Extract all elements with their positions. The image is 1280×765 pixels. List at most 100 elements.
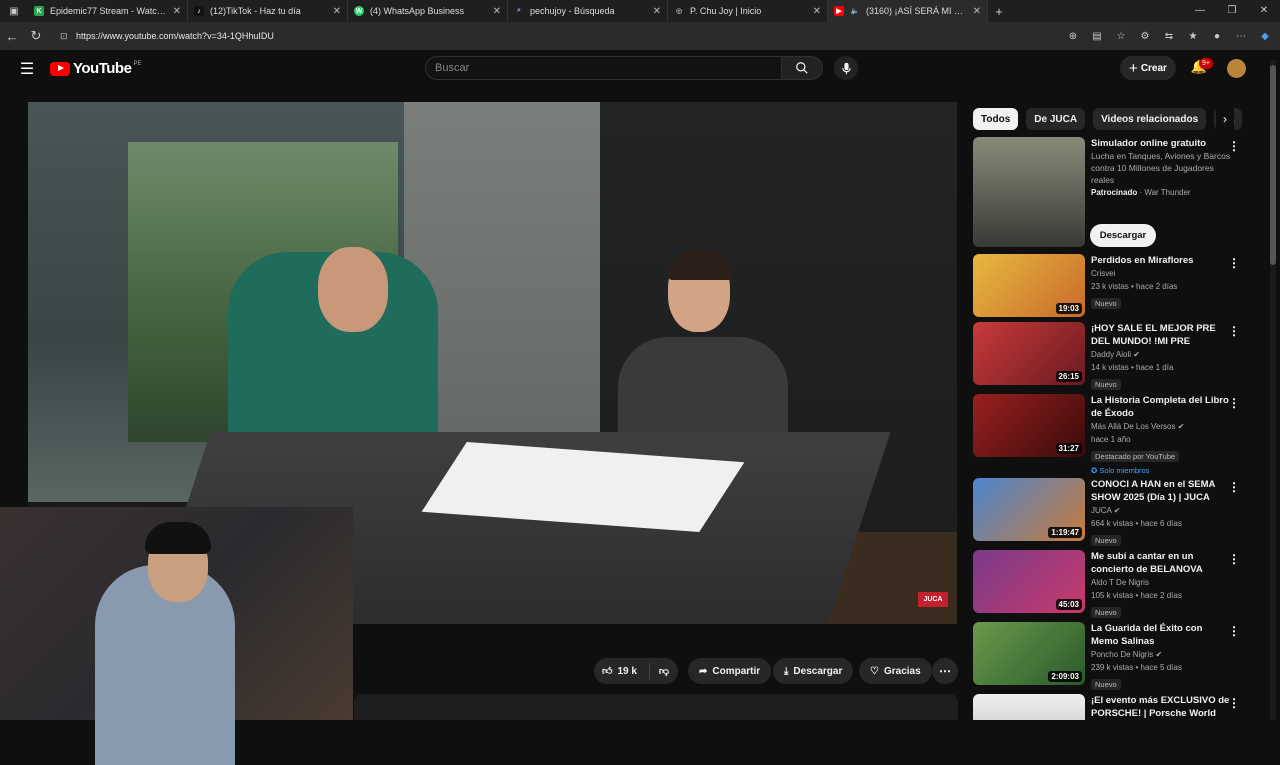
video-title[interactable]: La Historia Completa del Libro de Éxodo bbox=[1091, 394, 1231, 420]
avatar[interactable] bbox=[1227, 59, 1246, 78]
new-badge: Nuevo bbox=[1091, 298, 1121, 309]
new-tab-button[interactable]: + bbox=[988, 4, 1010, 19]
browser-tab[interactable]: K Epidemic77 Stream - Watch Live ✕ bbox=[28, 0, 188, 22]
channel-name[interactable]: Más Allá De Los Versos bbox=[1091, 422, 1175, 431]
list-item[interactable]: 2:09:03 La Guarida del Éxito con Memo Sa… bbox=[973, 622, 1248, 690]
video-title[interactable]: ¡El evento más EXCLUSIVO de PORSCHE! | P… bbox=[1091, 694, 1231, 720]
split-screen-icon[interactable]: ⇆ bbox=[1160, 27, 1178, 45]
kebab-menu-icon[interactable]: ⋮ bbox=[1228, 552, 1240, 566]
more-actions-button[interactable]: ⋯ bbox=[932, 658, 958, 684]
kebab-menu-icon[interactable]: ⋮ bbox=[1228, 256, 1240, 270]
list-item[interactable]: 1:19:47 CONOCI A HAN en el SEMA SHOW 202… bbox=[973, 478, 1248, 546]
download-button[interactable]: ⤓ Descargar bbox=[773, 658, 854, 684]
browser-tab-active[interactable]: ▶ 🔈 (3160) ¡ASÍ SERÁ MI CASA! ✕ bbox=[828, 0, 988, 22]
close-tab-icon[interactable]: ✕ bbox=[493, 6, 501, 17]
search-input[interactable]: Buscar bbox=[425, 56, 782, 80]
youtube-logo[interactable]: YouTube PE bbox=[50, 60, 141, 77]
verified-icon: ✔ bbox=[1155, 650, 1163, 659]
kebab-menu-icon[interactable]: ⋮ bbox=[1228, 480, 1240, 494]
video-title[interactable]: CONOCI A HAN en el SEMA SHOW 2025 (Día 1… bbox=[1091, 478, 1231, 504]
copilot-icon[interactable]: ◆ bbox=[1256, 27, 1274, 45]
ad-thumbnail[interactable] bbox=[973, 137, 1085, 247]
back-icon[interactable]: ← bbox=[0, 29, 24, 44]
share-button[interactable]: ➦ Compartir bbox=[688, 658, 772, 684]
close-tab-icon[interactable]: ✕ bbox=[173, 6, 181, 17]
like-button[interactable]: 👍︎ 19 k bbox=[594, 663, 650, 679]
video-thumbnail[interactable]: 19:03 bbox=[973, 254, 1085, 317]
close-window-icon[interactable]: ✕ bbox=[1248, 0, 1280, 22]
browser-tab[interactable]: ⌕ pechujoy - Búsqueda ✕ bbox=[508, 0, 668, 22]
list-item[interactable]: 19:03 Perdidos en Miraflores Crisvei 23 … bbox=[973, 254, 1248, 320]
search-button[interactable] bbox=[781, 56, 823, 80]
minimize-icon[interactable]: — bbox=[1184, 0, 1216, 22]
kebab-menu-icon[interactable]: ⋮ bbox=[1228, 324, 1240, 338]
sponsored-label: Patrocinado bbox=[1091, 188, 1138, 197]
video-title[interactable]: Me subí a cantar en un concierto de BELA… bbox=[1091, 550, 1231, 576]
dislike-button[interactable]: 👎︎ bbox=[650, 665, 678, 677]
channel-name[interactable]: JUCA bbox=[1091, 506, 1111, 515]
extensions-icon[interactable]: ⚙ bbox=[1136, 27, 1154, 45]
hamburger-menu-icon[interactable]: ☰ bbox=[16, 59, 38, 78]
video-thumbnail[interactable]: 2:09:03 bbox=[973, 622, 1085, 685]
chevron-right-icon[interactable]: › bbox=[1216, 108, 1234, 130]
video-title[interactable]: La Guarida del Éxito con Memo Salinas bbox=[1091, 622, 1231, 648]
list-item[interactable]: 26:15 ¡HOY SALE EL MEJOR PRE DEL MUNDO! … bbox=[973, 322, 1248, 390]
video-title[interactable]: Perdidos en Miraflores bbox=[1091, 254, 1231, 267]
voice-search-button[interactable] bbox=[834, 56, 858, 80]
video-thumbnail[interactable] bbox=[973, 694, 1085, 720]
description-box[interactable] bbox=[354, 694, 958, 720]
list-item[interactable]: 45:03 Me subí a cantar en un concierto d… bbox=[973, 550, 1248, 618]
reader-icon[interactable]: ▤ bbox=[1088, 27, 1106, 45]
video-thumbnail[interactable]: 31:27 bbox=[973, 394, 1085, 457]
browser-tab[interactable]: W (4) WhatsApp Business ✕ bbox=[348, 0, 508, 22]
video-thumbnail[interactable]: 1:19:47 bbox=[973, 478, 1085, 541]
favorite-star-icon[interactable]: ☆ bbox=[1112, 27, 1130, 45]
favorites-icon[interactable]: ★ bbox=[1184, 27, 1202, 45]
ad-title[interactable]: Simulador online gratuito bbox=[1091, 137, 1231, 150]
tab-title: pechujoy - Búsqueda bbox=[530, 6, 615, 16]
channel-name[interactable]: Poncho De Nigris bbox=[1091, 650, 1153, 659]
browser-tab[interactable]: ◎ P. Chu Joy | Inicio ✕ bbox=[668, 0, 828, 22]
chip-all[interactable]: Todos bbox=[973, 108, 1019, 130]
browser-tab-bar: ▣ K Epidemic77 Stream - Watch Live ✕ ♪ (… bbox=[0, 0, 1280, 22]
site-info-icon[interactable]: ⊡ bbox=[60, 31, 70, 42]
chip-from-channel[interactable]: De JUCA bbox=[1026, 108, 1086, 130]
window-menu-icon[interactable]: ▣ bbox=[0, 0, 28, 22]
kebab-menu-icon[interactable]: ⋮ bbox=[1228, 624, 1240, 638]
list-item[interactable]: 31:27 La Historia Completa del Libro de … bbox=[973, 394, 1248, 475]
ad-download-button[interactable]: Descargar bbox=[1090, 224, 1156, 247]
translate-icon[interactable]: ⊕ bbox=[1064, 27, 1082, 45]
restore-icon[interactable]: ❐ bbox=[1216, 0, 1248, 22]
webcam-person-hair bbox=[145, 522, 211, 554]
channel-watermark[interactable]: JUCA bbox=[918, 592, 948, 607]
page-scrollbar-thumb[interactable] bbox=[1270, 65, 1276, 265]
close-tab-icon[interactable]: ✕ bbox=[973, 6, 981, 17]
refresh-icon[interactable]: ↻ bbox=[24, 28, 48, 44]
video-thumbnail[interactable]: 26:15 bbox=[973, 322, 1085, 385]
browser-tab[interactable]: ♪ (12)TikTok - Haz tu día ✕ bbox=[188, 0, 348, 22]
create-button[interactable]: + Crear bbox=[1120, 56, 1176, 80]
channel-name[interactable]: Aldo T De Nigris bbox=[1091, 576, 1231, 589]
chip-related[interactable]: Videos relacionados bbox=[1093, 108, 1207, 130]
kebab-menu-icon[interactable]: ⋮ bbox=[1228, 139, 1240, 153]
new-badge: Nuevo bbox=[1091, 679, 1121, 690]
channel-name[interactable]: Crisvei bbox=[1091, 267, 1231, 280]
notification-count-badge: 9+ bbox=[1199, 58, 1213, 69]
video-thumbnail[interactable]: 45:03 bbox=[973, 550, 1085, 613]
address-bar-row: ← ↻ ⊡ https://www.youtube.com/watch?v=34… bbox=[0, 22, 1280, 50]
members-only-label: Solo miembros bbox=[1099, 466, 1150, 475]
channel-name[interactable]: Daddy Aioli bbox=[1091, 350, 1131, 359]
thanks-button[interactable]: ♡ Gracias bbox=[859, 658, 932, 684]
speaker-icon: 🔈 bbox=[850, 8, 860, 15]
kebab-menu-icon[interactable]: ⋮ bbox=[1228, 696, 1240, 710]
video-title[interactable]: ¡HOY SALE EL MEJOR PRE DEL MUNDO! !MI PR… bbox=[1091, 322, 1231, 348]
create-label: Crear bbox=[1140, 62, 1167, 74]
channel-line: Más Allá De Los Versos ✔ bbox=[1091, 420, 1231, 433]
close-tab-icon[interactable]: ✕ bbox=[333, 6, 341, 17]
close-tab-icon[interactable]: ✕ bbox=[813, 6, 821, 17]
menu-dots-icon[interactable]: ⋯ bbox=[1232, 27, 1250, 45]
list-item[interactable]: ¡El evento más EXCLUSIVO de PORSCHE! | P… bbox=[973, 694, 1248, 720]
close-tab-icon[interactable]: ✕ bbox=[653, 6, 661, 17]
kebab-menu-icon[interactable]: ⋮ bbox=[1228, 396, 1240, 410]
profile-icon[interactable]: ● bbox=[1208, 27, 1226, 45]
